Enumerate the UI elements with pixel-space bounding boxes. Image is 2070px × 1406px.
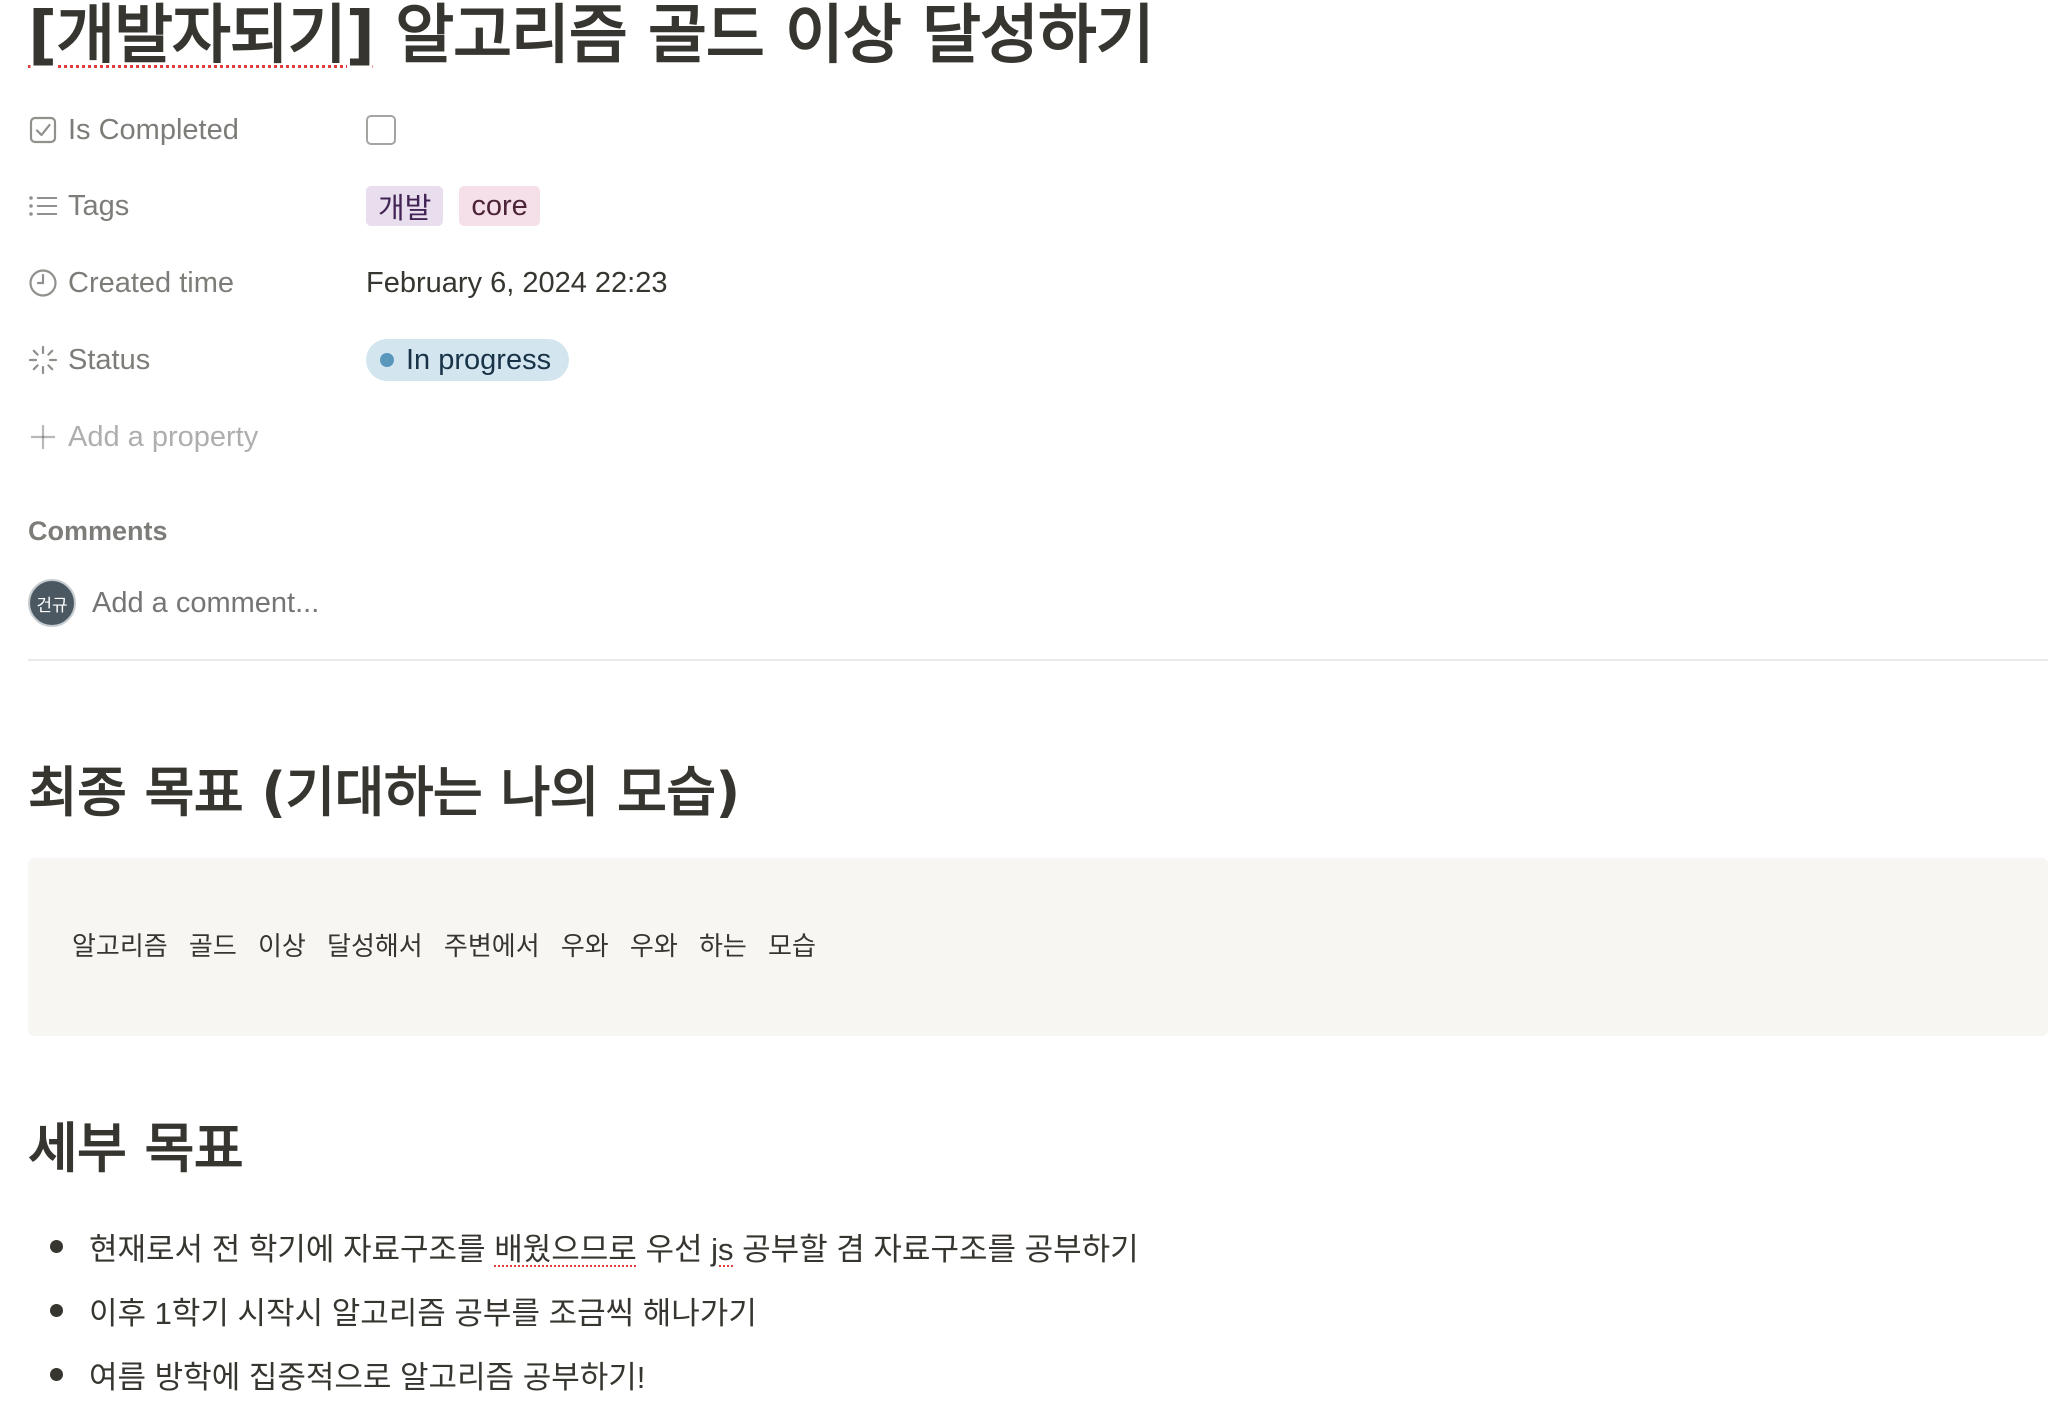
property-label-text: Is Completed — [68, 113, 239, 146]
page-title[interactable]: [개발자되기] 알고리즘 골드 이상 달성하기 — [28, 0, 1155, 76]
comment-input[interactable] — [92, 586, 692, 620]
heading-detail-goals[interactable]: 세부 목표 — [28, 1114, 244, 1184]
property-is-completed: Is Completed — [28, 110, 1028, 150]
divider — [28, 659, 2048, 661]
bullet-icon — [50, 1239, 63, 1253]
list-item[interactable]: 현재로서 전 학기에 자료구조를 배웠으므로 우선 js 공부할 겸 자료구조를… — [28, 1214, 1139, 1278]
status-badge-label: In progress — [406, 343, 552, 376]
page-title-prefix: [개발자되기] — [28, 0, 375, 73]
add-property-row[interactable]: Add a property — [28, 417, 1028, 457]
tag-chip[interactable]: 개발 — [366, 186, 444, 226]
tag-chip[interactable]: core — [459, 186, 540, 226]
add-property-button[interactable]: Add a property — [28, 417, 258, 457]
checkbox-icon — [28, 115, 58, 145]
status-badge[interactable]: In progress — [366, 339, 570, 381]
page-title-main: 알고리즘 골드 이상 달성하기 — [373, 0, 1154, 73]
misspelled-word: 배웠으므로 — [494, 1231, 637, 1267]
callout-block[interactable]: 알고리즘 골드 이상 달성해서 주변에서 우와 우와 하는 모습 — [28, 858, 2048, 1036]
list-item-text: 이후 1학기 시작시 알고리즘 공부를 조금씩 해나가기 — [89, 1295, 757, 1331]
plus-icon — [28, 422, 58, 452]
list-item[interactable]: 여름 방학에 집중적으로 알고리즘 공부하기! — [28, 1342, 1139, 1406]
property-label-created-time[interactable]: Created time — [28, 263, 234, 303]
property-value-tags[interactable]: 개발 core — [366, 186, 556, 226]
text-segment: 공부할 겸 자료구조를 공부하기 — [733, 1231, 1139, 1267]
avatar: 건규 — [28, 579, 76, 627]
property-label-is-completed[interactable]: Is Completed — [28, 110, 239, 150]
list-item-text: 여름 방학에 집중적으로 알고리즘 공부하기! — [89, 1359, 646, 1395]
bullet-icon — [50, 1303, 63, 1317]
list-icon — [28, 191, 58, 221]
list-item[interactable]: 이후 1학기 시작시 알고리즘 공부를 조금씩 해나가기 — [28, 1278, 1139, 1342]
status-spinner-icon — [28, 345, 58, 375]
property-tags: Tags 개발 core — [28, 186, 1028, 226]
property-value-created-time: February 6, 2024 22:23 — [366, 266, 668, 299]
status-dot-icon — [380, 353, 394, 367]
comment-composer: 건규 — [28, 578, 692, 628]
property-label-text: Tags — [68, 189, 130, 222]
property-label-tags[interactable]: Tags — [28, 186, 129, 226]
clock-icon — [28, 268, 58, 298]
property-created-time: Created time February 6, 2024 22:23 — [28, 263, 1028, 303]
bullet-list: 현재로서 전 학기에 자료구조를 배웠으므로 우선 js 공부할 겸 자료구조를… — [28, 1214, 1139, 1406]
text-segment: 현재로서 전 학기에 자료구조를 — [89, 1231, 495, 1267]
completed-checkbox[interactable] — [366, 115, 396, 145]
property-value-status[interactable]: In progress — [366, 339, 570, 381]
property-status: Status In progress — [28, 339, 1028, 381]
bullet-icon — [50, 1367, 63, 1381]
property-label-status[interactable]: Status — [28, 340, 150, 380]
heading-final-goal[interactable]: 최종 목표 (기대하는 나의 모습) — [28, 758, 740, 828]
add-property-label: Add a property — [68, 420, 259, 453]
callout-text: 알고리즘 골드 이상 달성해서 주변에서 우와 우와 하는 모습 — [72, 931, 816, 961]
property-label-text: Created time — [68, 266, 235, 299]
list-item-text: 현재로서 전 학기에 자료구조를 배웠으므로 우선 js 공부할 겸 자료구조를… — [89, 1224, 1139, 1269]
property-label-text: Status — [68, 343, 151, 376]
comments-heading: Comments — [28, 516, 168, 546]
property-value-is-completed — [366, 110, 396, 150]
misspelled-word: js — [711, 1231, 734, 1267]
text-segment: 우선 — [636, 1231, 712, 1267]
